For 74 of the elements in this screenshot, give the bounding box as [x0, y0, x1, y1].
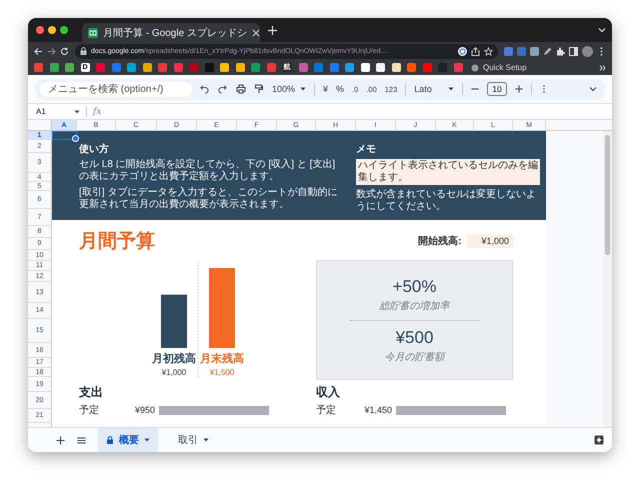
font-dropdown[interactable]: Lato — [414, 84, 454, 94]
amount: ¥950 — [134, 405, 155, 415]
note-text: 数式が含まれているセルは変更しないようにしてください。 — [356, 189, 537, 213]
scrollbar[interactable] — [603, 131, 612, 427]
bookmark-link[interactable]: Quick Setup — [471, 63, 527, 72]
undo-icon[interactable] — [200, 84, 210, 94]
instruction-text: [取引] タブにデータを入力すると、このシートが自動的に更新されて当月の出費の概要が表示されます。 — [79, 187, 338, 211]
value-label: ¥1,000 — [162, 368, 186, 377]
redo-icon[interactable] — [218, 84, 228, 94]
row-label: 予定 — [316, 404, 337, 417]
banner-heading: メモ — [356, 143, 377, 156]
zoom-dropdown[interactable]: 100% — [272, 84, 306, 94]
savings-label: 今月の貯蓄額 — [384, 350, 444, 364]
sheet-title: 月間予算 — [79, 230, 155, 254]
explore-icon[interactable] — [594, 435, 604, 445]
print-icon[interactable] — [236, 84, 246, 94]
browser-tab[interactable]: 月間予算 - Google スプレッドシ — [82, 23, 260, 42]
section-heading: 収入 — [316, 384, 341, 401]
pen-icon[interactable] — [543, 46, 552, 56]
forward-arrow-icon[interactable] — [47, 46, 56, 56]
chevron-down-icon[interactable] — [589, 85, 597, 93]
close-icon[interactable] — [252, 28, 260, 36]
percent-format-button[interactable]: % — [336, 84, 344, 94]
highlighted-note: ハイライト表示されているセルのみを編集します。 — [356, 159, 540, 185]
sheet-tab[interactable]: 概要 — [98, 428, 158, 452]
bookmark-icon[interactable] — [236, 63, 244, 72]
balance-label: 開始残高: — [418, 234, 462, 248]
globe-icon — [471, 64, 479, 72]
caret-icon — [448, 86, 454, 92]
profile-avatar[interactable] — [582, 46, 593, 56]
chevron-down-icon[interactable] — [598, 26, 606, 34]
star-icon[interactable] — [484, 46, 493, 56]
caret-icon — [144, 437, 150, 443]
instruction-text: セル L8 に開始残高を設定してから、下の [収入] と [支出] の表にカテゴリと出費予定額を入力します。 — [79, 159, 336, 183]
sidebar-icon[interactable] — [569, 46, 578, 56]
add-sheet-icon[interactable] — [56, 436, 65, 444]
bookmark-icon[interactable] — [392, 63, 400, 72]
formula-label: fx — [93, 106, 102, 116]
close-window-button[interactable] — [36, 26, 44, 34]
caret-icon — [300, 86, 306, 92]
row-label: 予定 — [79, 404, 100, 417]
category-label: 月末残高 — [200, 353, 244, 365]
bar — [161, 294, 187, 348]
amount: ¥1,450 — [363, 405, 392, 415]
puzzle-icon[interactable] — [556, 46, 565, 56]
paint-format-icon[interactable] — [254, 84, 264, 94]
minimize-window-button[interactable] — [48, 26, 56, 34]
value-label: ¥1,500 — [210, 368, 234, 377]
growth-rate: +50% — [392, 276, 436, 296]
balance-input-cell[interactable]: ¥1,000 — [467, 234, 513, 248]
growth-rate-label: 総貯蓄の増加率 — [380, 300, 450, 312]
category-label: 月初残高 — [152, 353, 196, 365]
caret-icon[interactable] — [74, 108, 80, 114]
double-chevron-icon[interactable] — [599, 64, 606, 72]
caret-icon — [203, 437, 209, 443]
sheet-tab[interactable]: 取引 — [170, 428, 217, 452]
bookmark-icon[interactable] — [360, 63, 370, 72]
reload-icon[interactable] — [60, 46, 69, 56]
banner-heading: 使い方 — [79, 142, 110, 156]
font-size-field[interactable]: 10 — [487, 82, 507, 96]
savings-amount: ¥500 — [396, 328, 434, 348]
back-arrow-icon[interactable] — [34, 46, 43, 56]
section-heading: 支出 — [79, 384, 104, 401]
menu-search-field[interactable]: メニューを検索 (option+/) — [40, 82, 192, 96]
name-box[interactable]: A1 — [36, 107, 68, 116]
share-icon[interactable] — [471, 46, 480, 56]
currency-format-button[interactable]: ¥ — [323, 84, 328, 94]
sheet-list-icon[interactable] — [77, 436, 86, 444]
plus-icon[interactable] — [514, 85, 523, 93]
spreadsheet-icon — [88, 28, 98, 38]
zoom-window-button[interactable] — [60, 26, 68, 34]
new-tab-icon[interactable] — [268, 26, 277, 34]
lock-icon — [80, 47, 87, 55]
bookmark-icon[interactable] — [142, 63, 152, 72]
